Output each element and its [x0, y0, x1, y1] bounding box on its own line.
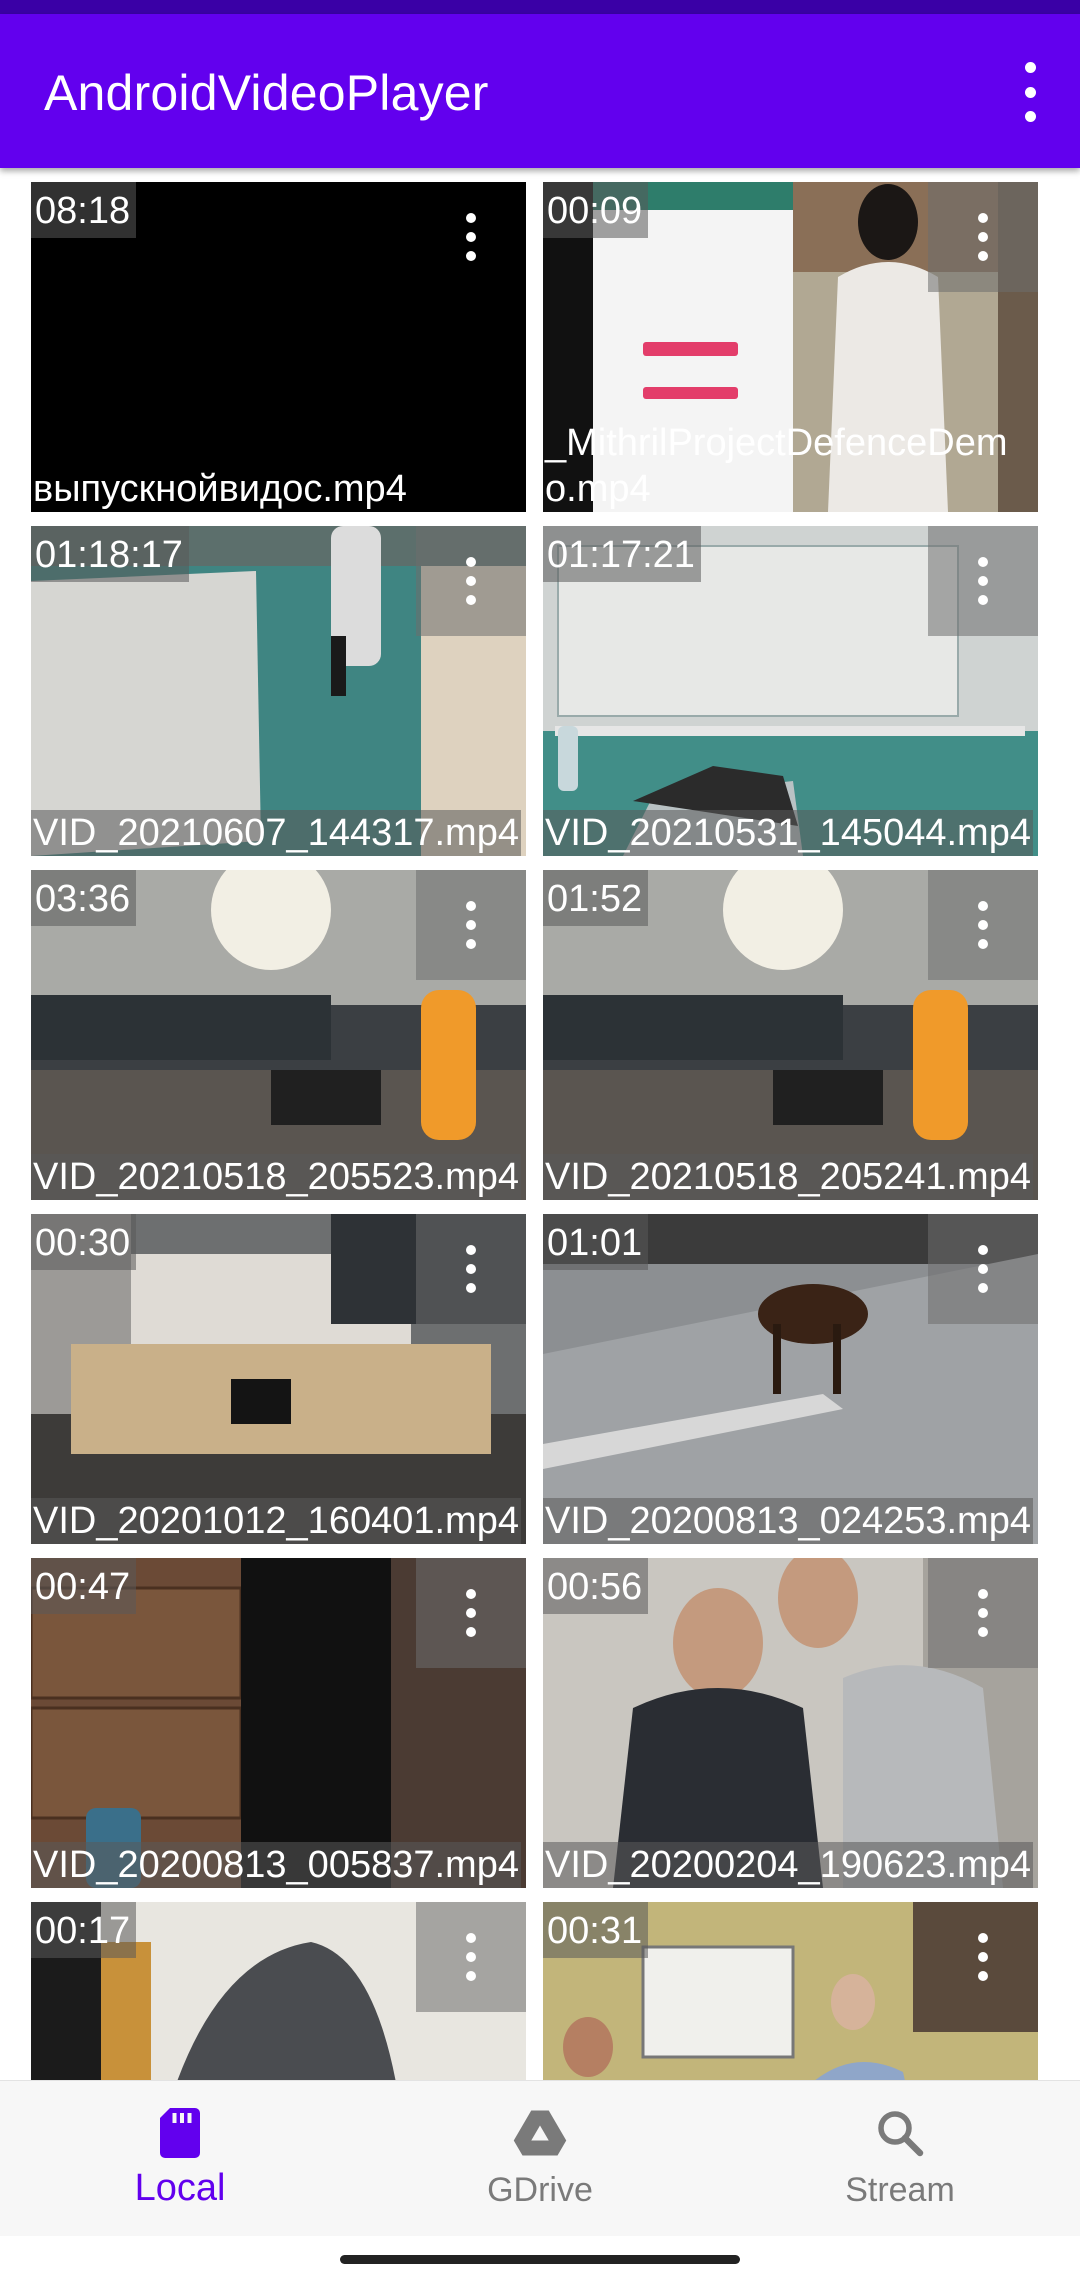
more-vert-icon[interactable] [416, 1558, 526, 1668]
app-title: AndroidVideoPlayer [44, 65, 489, 121]
video-tile[interactable]: 03:36 VID_20210518_205523.mp4 [31, 870, 526, 1200]
video-tile[interactable]: 00:30 VID_20201012_160401.mp4 [31, 1214, 526, 1544]
video-tile[interactable]: 08:18 выпускнойвидос.mp4 [31, 182, 526, 512]
nav-gdrive-label: GDrive [487, 2171, 593, 2209]
more-vert-icon[interactable] [416, 1214, 526, 1324]
video-duration: 01:17:21 [543, 526, 701, 582]
nav-gdrive[interactable]: GDrive [360, 2081, 720, 2236]
video-tile[interactable]: 00:31 [543, 1902, 1038, 2080]
status-bar [0, 0, 1080, 14]
google-drive-icon [513, 2110, 567, 2156]
video-filename: VID_20200813_024253.mp4 [543, 1498, 1033, 1544]
video-duration: 03:36 [31, 870, 137, 926]
more-vert-icon[interactable] [928, 870, 1038, 980]
video-filename: VID_20200204_190623.mp4 [543, 1842, 1033, 1888]
nav-stream[interactable]: Stream [720, 2081, 1080, 2236]
video-filename: VID_20200813_005837.mp4 [31, 1842, 521, 1888]
more-vert-icon[interactable] [416, 526, 526, 636]
video-filename: VID_20210518_205241.mp4 [543, 1154, 1033, 1200]
app-bar: AndroidVideoPlayer [0, 14, 1080, 168]
video-duration: 01:52 [543, 870, 649, 926]
video-filename: VID_20201012_160401.mp4 [31, 1498, 521, 1544]
more-vert-icon[interactable] [928, 1558, 1038, 1668]
video-tile[interactable]: 01:01 VID_20200813_024253.mp4 [543, 1214, 1038, 1544]
sd-card-icon [160, 2108, 200, 2158]
search-icon [878, 2111, 924, 2157]
video-tile[interactable]: 00:47 VID_20200813_005837.mp4 [31, 1558, 526, 1888]
nav-stream-label: Stream [845, 2171, 955, 2209]
video-tile[interactable]: 00:09 _MithrilProjectDefenceDemo.mp4 [543, 182, 1038, 512]
video-tile[interactable]: 01:17:21 VID_20210531_145044.mp4 [543, 526, 1038, 856]
video-tile[interactable]: 01:18:17 VID_20210607_144317.mp4 [31, 526, 526, 856]
nav-local[interactable]: Local [0, 2081, 360, 2236]
more-vert-icon[interactable] [928, 1214, 1038, 1324]
video-duration: 08:18 [31, 182, 137, 238]
more-vert-icon[interactable] [928, 526, 1038, 636]
video-filename: _MithrilProjectDefenceDemo.mp4 [545, 422, 1008, 510]
video-duration: 00:47 [31, 1558, 137, 1614]
video-duration: 00:31 [543, 1902, 649, 1958]
more-vert-icon[interactable] [1008, 62, 1052, 122]
video-duration: 00:09 [543, 182, 649, 238]
video-tile[interactable]: 00:56 VID_20200204_190623.mp4 [543, 1558, 1038, 1888]
more-vert-icon[interactable] [416, 1902, 526, 2012]
nav-local-label: Local [134, 2167, 226, 2209]
video-duration: 00:17 [31, 1902, 137, 1958]
video-tile[interactable]: 01:52 VID_20210518_205241.mp4 [543, 870, 1038, 1200]
video-filename: VID_20210518_205523.mp4 [31, 1154, 521, 1200]
video-tile[interactable]: 00:17 [31, 1902, 526, 2080]
video-filename: VID_20210607_144317.mp4 [31, 810, 521, 856]
bottom-navigation: Local GDrive Stream [0, 2080, 1080, 2236]
video-filename: выпускнойвидос.mp4 [33, 468, 407, 510]
gesture-bar [340, 2255, 740, 2264]
more-vert-icon[interactable] [416, 182, 526, 292]
more-vert-icon[interactable] [928, 1902, 1038, 2012]
more-vert-icon[interactable] [928, 182, 1038, 292]
video-grid: 08:18 выпускнойвидос.mp4 00:09 _MithrilP… [0, 168, 1080, 2080]
video-filename: VID_20210531_145044.mp4 [543, 810, 1033, 856]
video-duration: 01:18:17 [31, 526, 189, 582]
video-duration: 00:30 [31, 1214, 137, 1270]
more-vert-icon[interactable] [416, 870, 526, 980]
video-duration: 01:01 [543, 1214, 649, 1270]
video-duration: 00:56 [543, 1558, 649, 1614]
